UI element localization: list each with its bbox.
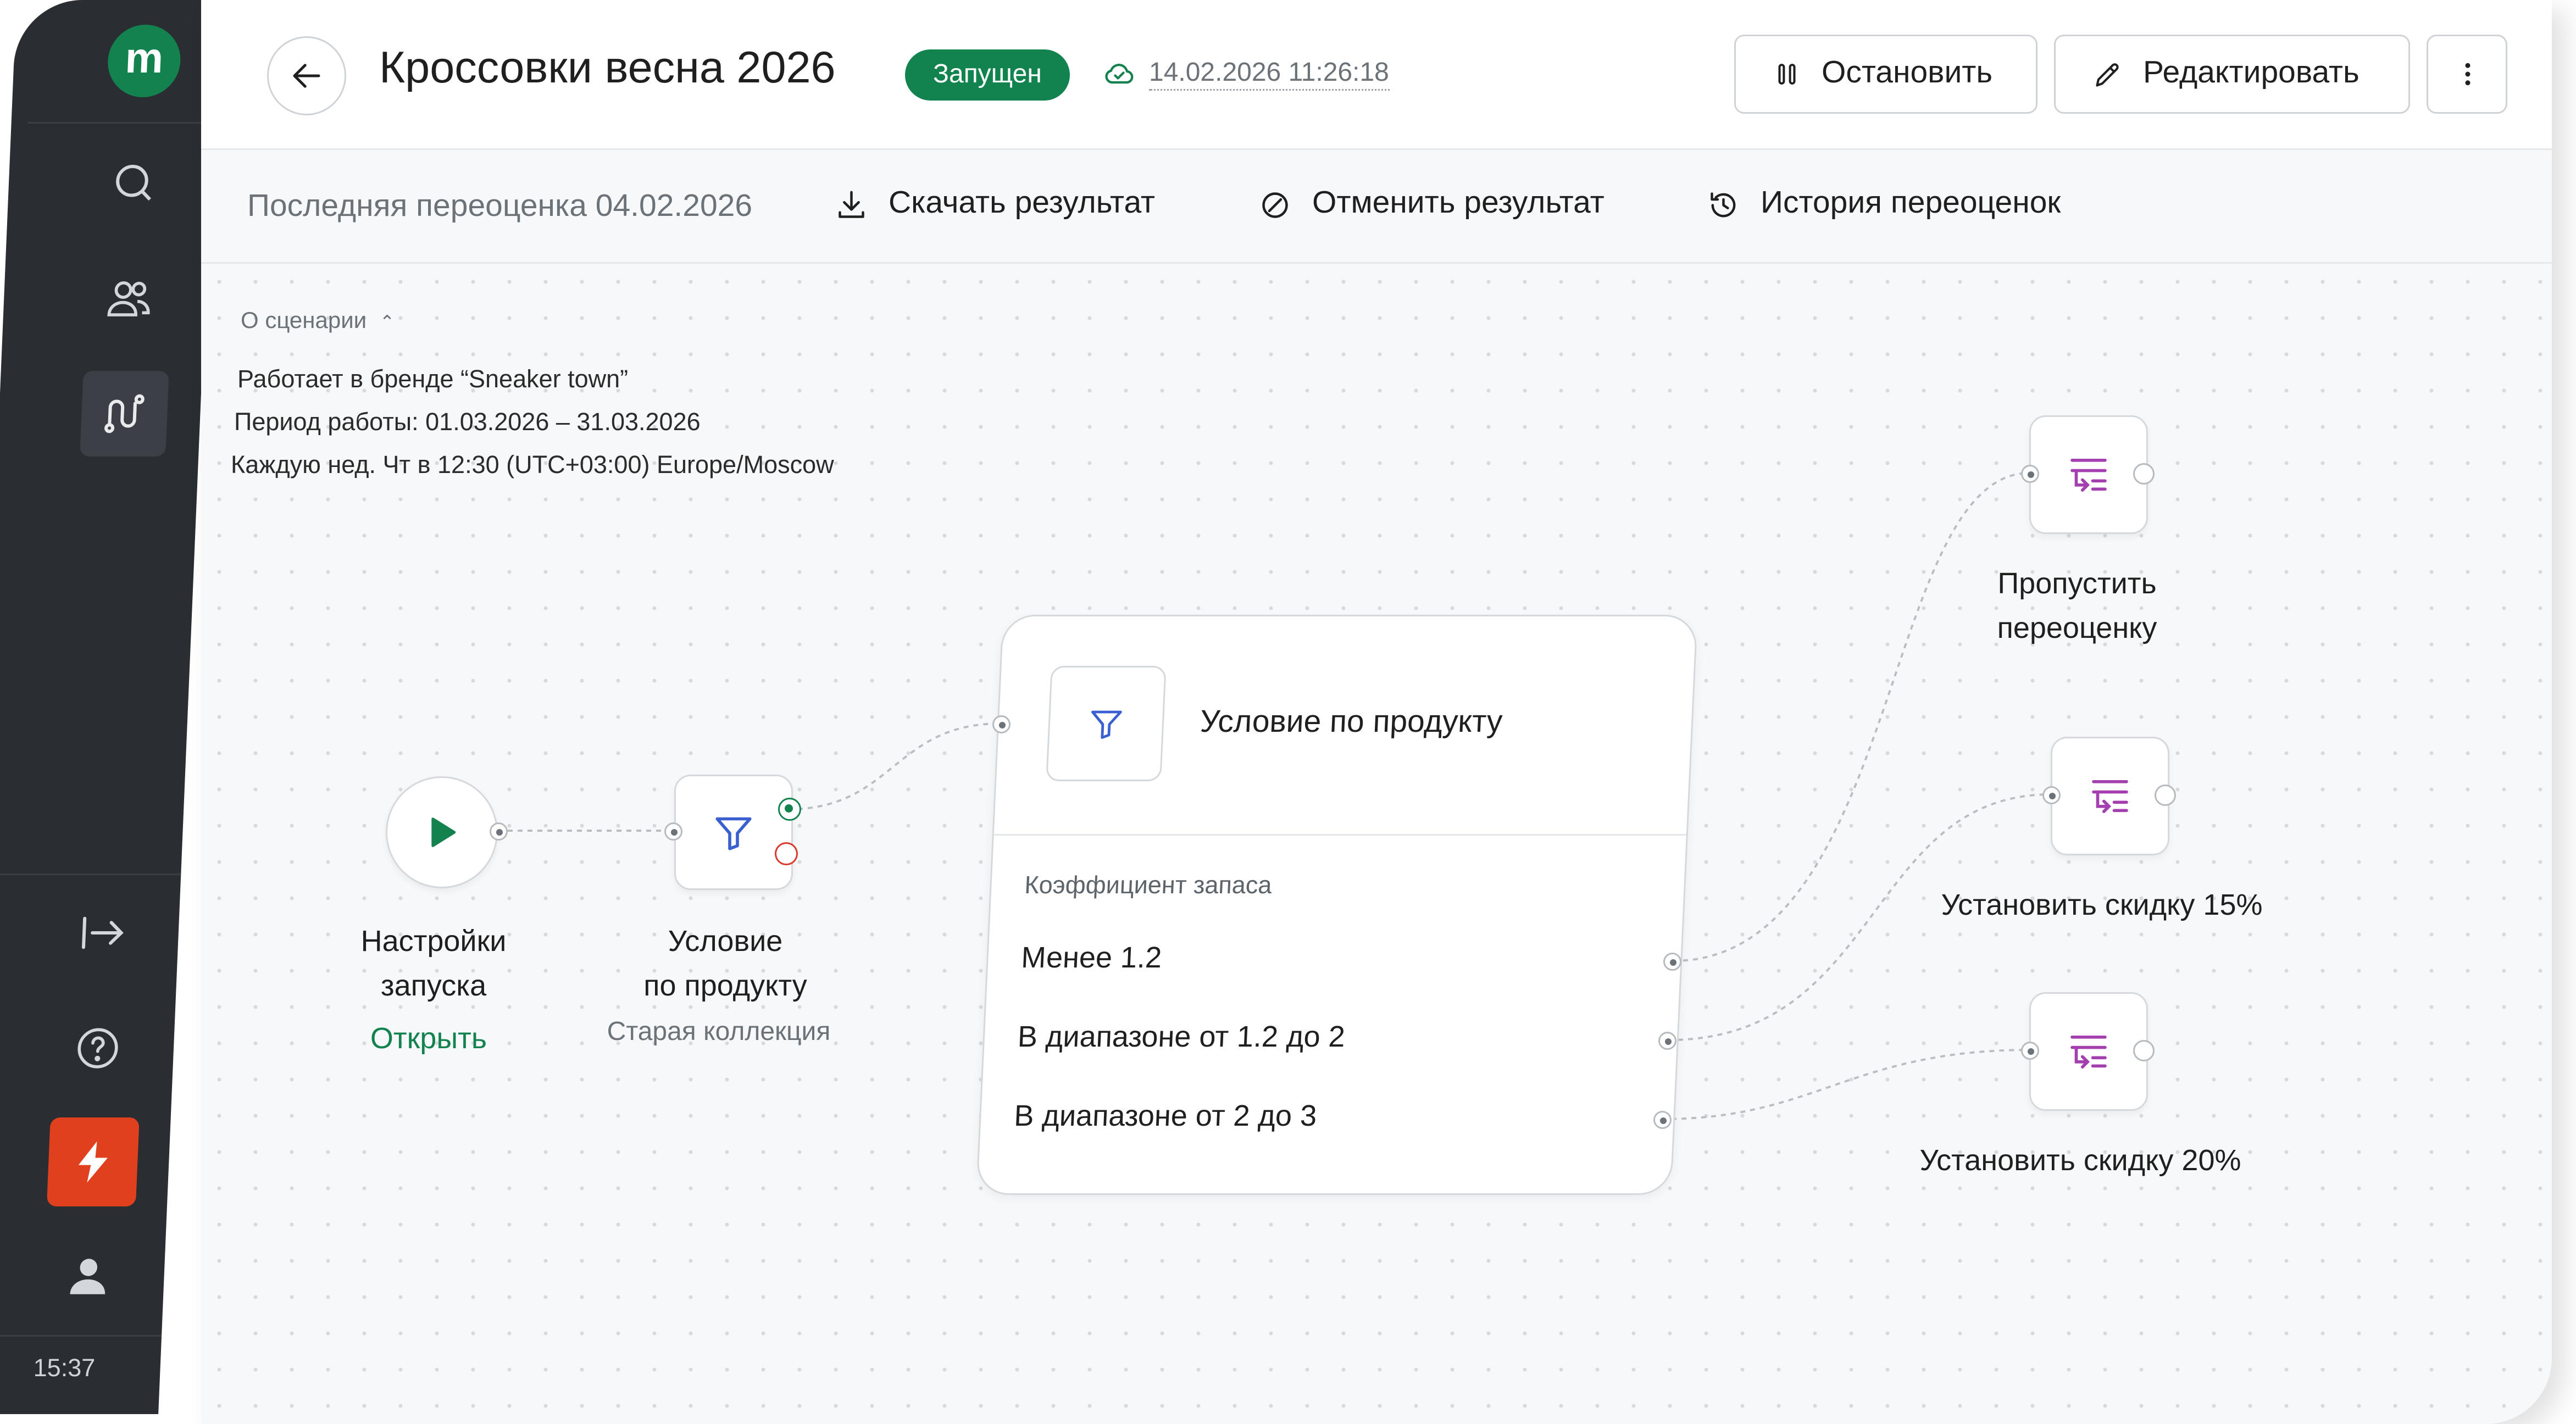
discount-15-label: Установить скидку 15% [1899, 883, 2305, 928]
discount-20-label-line: Установить скидку 20% [1919, 1144, 2241, 1177]
filter-node[interactable] [674, 775, 793, 890]
discount-20-label: Установить скидку 20% [1878, 1139, 2283, 1183]
last-repricing: Последняя переоценка 04.02.2026 [247, 190, 753, 224]
history-icon [1711, 191, 1736, 216]
more-button[interactable] [2427, 35, 2507, 114]
profile-icon[interactable] [43, 1233, 133, 1319]
open-settings-link[interactable]: Открыть [300, 1022, 557, 1056]
condition-title: Условие по продукту [1199, 705, 1503, 740]
about-toggle[interactable]: О сценарии ⌃ [241, 307, 395, 333]
sidebar-divider [0, 874, 181, 875]
sidebar-divider [0, 1335, 162, 1337]
edge-condition-20 [1661, 1049, 2031, 1120]
condition-option[interactable]: Менее 1.2 [1020, 941, 1162, 976]
price-rule-icon [2092, 780, 2128, 813]
filter-label-line-1: Условие [668, 925, 783, 958]
condition-card[interactable]: Условие по продукту Коэффициент запаса М… [976, 615, 1698, 1195]
search-icon[interactable] [90, 140, 179, 226]
condition-option[interactable]: В диапазоне от 1.2 до 2 [1017, 1020, 1346, 1055]
download-label: Скачать результат [889, 186, 1156, 221]
start-label-line-1: Настройки [360, 925, 507, 958]
skip-label-line-1: Пропустить [1997, 567, 2157, 600]
skip-input-port[interactable] [2021, 465, 2039, 483]
users-icon[interactable] [85, 255, 174, 341]
stop-button[interactable]: Остановить [1734, 35, 2038, 114]
play-icon [431, 817, 456, 847]
cancel-icon [1262, 191, 1288, 218]
cancel-label: Отменить результат [1312, 186, 1605, 221]
help-icon[interactable] [53, 1005, 143, 1091]
discount-15-label-line: Установить скидку 15% [1941, 888, 2263, 921]
status-badge: Запущен [905, 49, 1070, 101]
about-toggle-label: О сценарии [241, 307, 367, 333]
download-result-button[interactable]: Скачать результат [834, 186, 1155, 222]
condition-input-port[interactable] [992, 715, 1011, 733]
price-rule-icon [2070, 458, 2107, 492]
filter-icon [715, 817, 752, 850]
skip-label-line-2: переоценку [1997, 611, 2157, 644]
condition-output-port[interactable] [1658, 1032, 1676, 1050]
filter-node-subtitle: Старая коллекция [607, 1019, 831, 1047]
pencil-icon [2096, 62, 2119, 86]
sidebar: m [0, 0, 218, 1424]
skip-output-port[interactable] [2133, 463, 2155, 485]
cloud-check-icon [1105, 64, 1134, 84]
stop-label: Остановить [1822, 56, 1993, 91]
discount-15-input-port[interactable] [2042, 786, 2061, 804]
filter-true-port[interactable] [778, 798, 801, 821]
page-title: Кроссовки весна 2026 [379, 43, 836, 92]
toolbar: Последняя переоценка 04.02.2026 Скачать … [201, 150, 2552, 264]
skip-node-label: Пропустить переоценку [1945, 562, 2209, 651]
condition-icon-box [1046, 666, 1167, 781]
filter-node-label: Условие по продукту [590, 920, 860, 1009]
edit-label: Редактировать [2143, 56, 2360, 91]
pause-icon [1778, 64, 1796, 85]
condition-option[interactable]: В диапазоне от 2 до 3 [1013, 1099, 1317, 1134]
header: Кроссовки весна 2026 Запущен 14.02.2026 … [201, 0, 2552, 150]
back-button[interactable] [267, 36, 346, 115]
discount-15-output-port[interactable] [2155, 785, 2176, 806]
chevron-up-icon: ⌃ [379, 313, 395, 333]
price-rule-icon [2070, 1035, 2107, 1069]
start-label-line-2: запуска [380, 969, 487, 1002]
start-node[interactable] [386, 776, 498, 888]
sync-status[interactable]: 14.02.2026 11:26:18 [1103, 58, 1389, 91]
filter-label-line-2: по продукту [643, 969, 807, 1002]
discount-20-node[interactable] [2029, 992, 2148, 1111]
filter-false-port[interactable] [775, 842, 798, 865]
lightning-icon[interactable] [46, 1117, 140, 1206]
condition-output-port[interactable] [1653, 1111, 1672, 1129]
clock-time: 15:37 [33, 1355, 96, 1383]
condition-divider [993, 834, 1686, 836]
history-button[interactable]: История переоценок [1706, 186, 2061, 222]
about-period: Период работы: 01.03.2026 – 31.03.2026 [234, 409, 701, 437]
discount-15-node[interactable] [2051, 737, 2169, 855]
cancel-result-button[interactable]: Отменить результат [1258, 186, 1605, 222]
logout-icon[interactable] [58, 890, 148, 976]
sync-time: 14.02.2026 11:26:18 [1149, 59, 1389, 90]
arrow-left-icon [293, 64, 320, 88]
flow-canvas[interactable]: О сценарии ⌃ Работает в бренде “Sneaker … [201, 264, 2552, 1424]
condition-output-port[interactable] [1663, 953, 1681, 971]
edge-filter-condition [787, 722, 1001, 810]
condition-group-label: Коэффициент запаса [1024, 872, 1273, 900]
discount-20-output-port[interactable] [2133, 1040, 2155, 1061]
main-window: Кроссовки весна 2026 Запущен 14.02.2026 … [201, 0, 2552, 1424]
filter-icon [1091, 710, 1122, 739]
start-node-label: Настройки запуска [300, 920, 567, 1009]
discount-20-input-port[interactable] [2021, 1042, 2039, 1060]
edit-button[interactable]: Редактировать [2054, 35, 2410, 114]
about-schedule: Каждую нед. Чт в 12:30 (UTC+03:00) Europ… [231, 452, 834, 480]
scenarios-icon[interactable] [80, 371, 169, 457]
start-output-port[interactable] [490, 822, 508, 841]
more-vertical-icon [2464, 63, 2469, 86]
download-icon [839, 190, 864, 218]
about-brand: Работает в бренде “Sneaker town” [237, 366, 629, 394]
history-label: История переоценок [1761, 186, 2061, 221]
skip-repricing-node[interactable] [2029, 415, 2148, 534]
sidebar-divider [27, 122, 213, 124]
filter-input-port[interactable] [664, 822, 682, 841]
